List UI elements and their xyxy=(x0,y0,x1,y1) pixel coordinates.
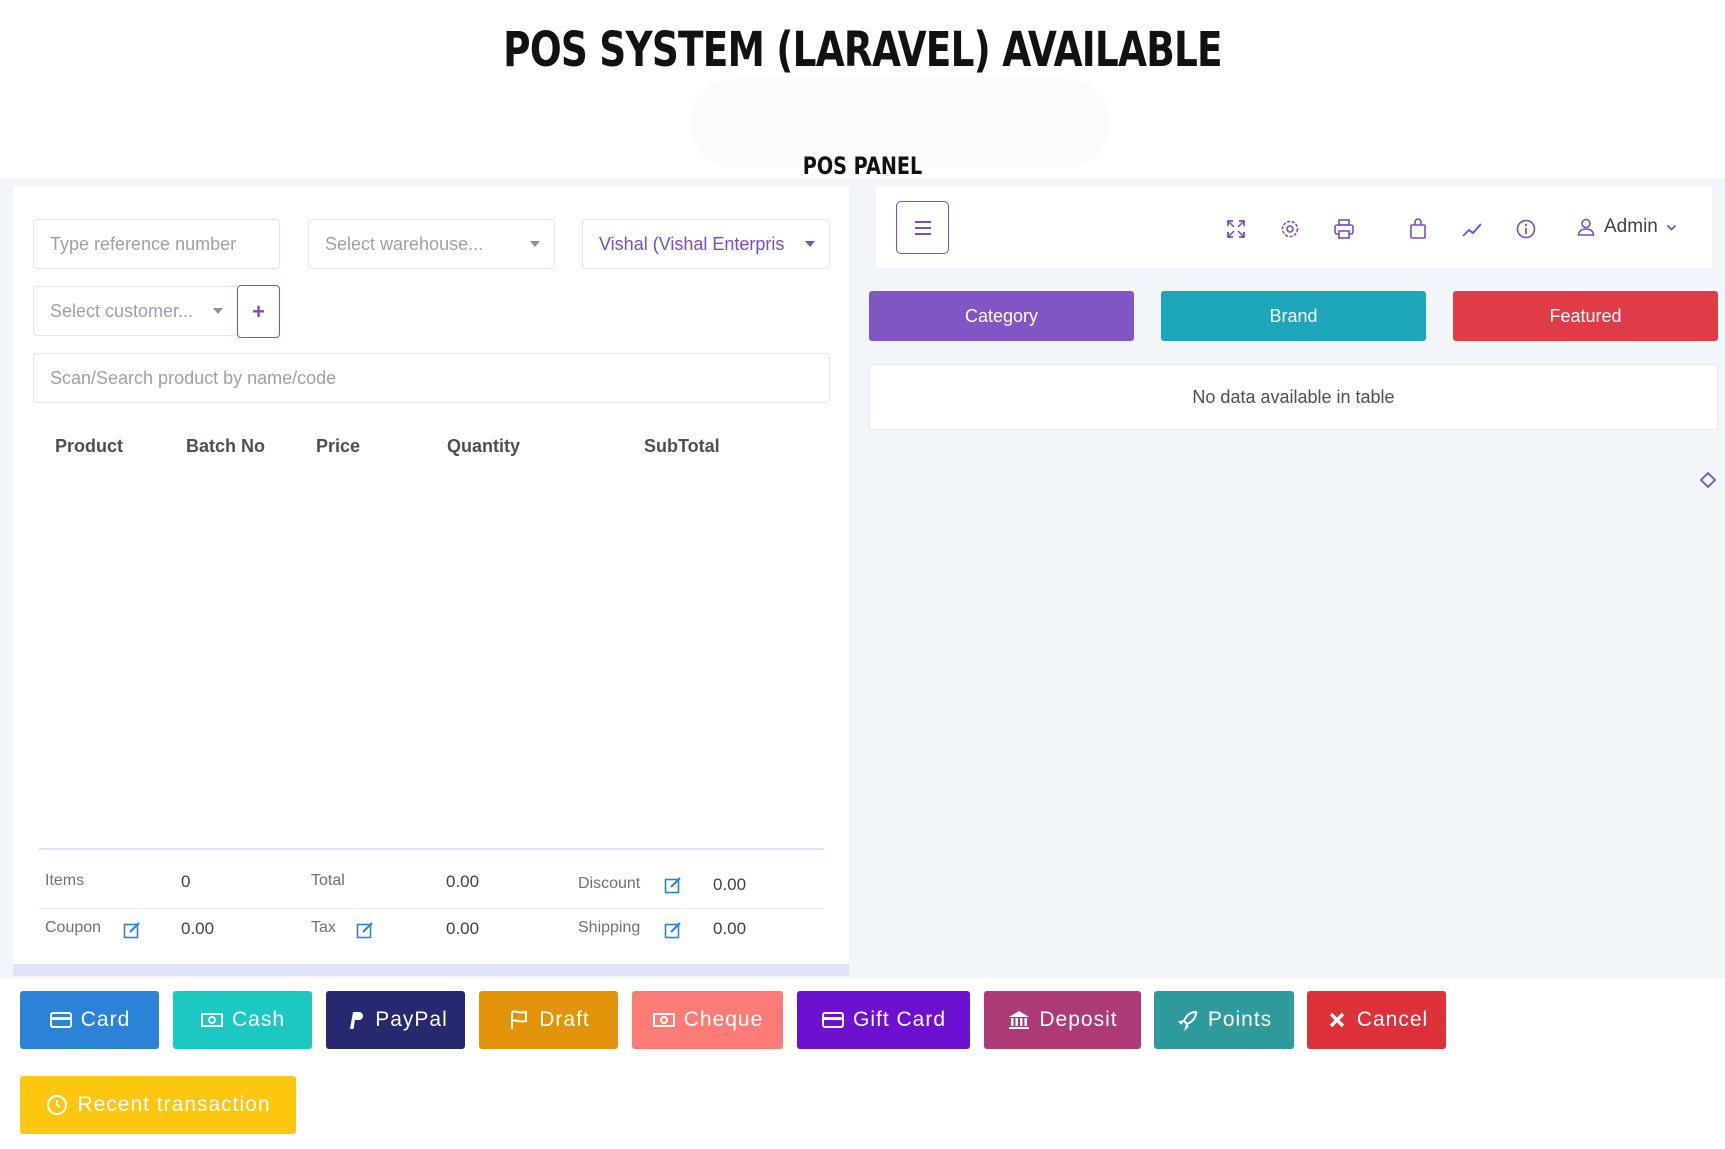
total-value: 0.00 xyxy=(446,872,480,891)
money-icon xyxy=(200,1013,223,1027)
discount-label: Discount xyxy=(578,875,641,892)
paypal-icon xyxy=(350,1012,364,1029)
menu-bar xyxy=(914,226,931,229)
credit-card-icon xyxy=(821,1012,844,1028)
paypal-payment-label: PayPal xyxy=(375,1008,448,1031)
user-icon xyxy=(1577,218,1595,236)
product-table-empty: No data available in table xyxy=(869,364,1718,430)
tab-brand[interactable]: Brand xyxy=(1161,291,1426,341)
rocket-icon xyxy=(1177,1010,1197,1032)
cash-payment-button[interactable]: Cash xyxy=(173,991,312,1049)
pos-topbar: Admin xyxy=(876,186,1712,268)
edit-discount-icon[interactable] xyxy=(664,876,682,894)
tab-featured[interactable]: Featured xyxy=(1453,291,1718,341)
menu-bar xyxy=(914,232,931,235)
chevron-down-icon xyxy=(805,241,815,247)
summary-divider xyxy=(39,848,824,850)
recent-transaction-button[interactable]: Recent transaction xyxy=(20,1076,296,1134)
draft-label: Draft xyxy=(539,1008,590,1031)
cash-payment-label: Cash xyxy=(231,1008,286,1031)
menu-bar xyxy=(914,220,931,223)
print-icon[interactable] xyxy=(1333,218,1355,240)
customer-select-placeholder: Select customer... xyxy=(50,300,194,321)
summary-row-divider xyxy=(39,908,824,909)
panel-bottom-strip xyxy=(13,964,849,976)
admin-label: Admin xyxy=(1604,216,1658,237)
chevron-down-icon xyxy=(530,241,540,247)
banner-title: POS SYSTEM (LARAVEL) AVAILABLE xyxy=(503,22,1222,78)
biller-select[interactable]: Vishal (Vishal Enterpris xyxy=(582,219,830,269)
credit-card-icon xyxy=(49,1012,72,1028)
points-payment-button[interactable]: Points xyxy=(1154,991,1294,1049)
discount-value: 0.00 xyxy=(713,875,747,894)
tax-value: 0.00 xyxy=(446,919,480,938)
cheque-payment-button[interactable]: Cheque xyxy=(632,991,783,1049)
draft-button[interactable]: Draft xyxy=(479,991,618,1049)
table-header-subtotal: SubTotal xyxy=(644,436,720,456)
product-search-input[interactable]: Scan/Search product by name/code xyxy=(33,353,830,403)
shipping-value: 0.00 xyxy=(713,919,747,938)
admin-user-menu[interactable]: Admin xyxy=(1576,216,1677,238)
paypal-payment-button[interactable]: PayPal xyxy=(326,991,465,1049)
reference-number-input[interactable]: Type reference number xyxy=(33,219,280,269)
items-label: Items xyxy=(45,872,85,889)
pos-cart-panel: Type reference number Select warehouse..… xyxy=(13,186,849,976)
shopping-bag-icon[interactable] xyxy=(1407,218,1429,240)
clock-icon xyxy=(47,1095,68,1115)
deposit-payment-label: Deposit xyxy=(1039,1008,1118,1031)
chevron-down-icon xyxy=(1666,224,1676,231)
gift-card-payment-label: Gift Card xyxy=(852,1008,947,1031)
money-icon xyxy=(652,1013,675,1027)
total-label: Total xyxy=(311,872,345,889)
coupon-value: 0.00 xyxy=(181,919,215,938)
warehouse-select[interactable]: Select warehouse... xyxy=(308,219,555,269)
chart-icon[interactable] xyxy=(1461,218,1483,240)
table-header-product: Product xyxy=(55,436,124,456)
table-header-quantity: Quantity xyxy=(447,436,521,456)
card-payment-label: Card xyxy=(80,1008,131,1031)
add-customer-button[interactable]: + xyxy=(237,285,280,338)
bank-icon xyxy=(1009,1011,1030,1029)
coupon-label: Coupon xyxy=(45,919,102,936)
tax-label: Tax xyxy=(311,919,336,936)
items-value: 0 xyxy=(181,872,191,891)
edit-coupon-icon[interactable] xyxy=(123,921,141,939)
gift-card-payment-button[interactable]: Gift Card xyxy=(797,991,970,1049)
close-icon xyxy=(1329,1012,1345,1028)
edit-shipping-icon[interactable] xyxy=(664,921,682,939)
recent-transaction-label: Recent transaction xyxy=(77,1093,271,1116)
biller-select-value: Vishal (Vishal Enterpris xyxy=(599,233,785,254)
tab-category[interactable]: Category xyxy=(869,291,1134,341)
table-header-price: Price xyxy=(316,436,361,456)
flag-icon xyxy=(511,1010,528,1029)
cheque-payment-label: Cheque xyxy=(683,1008,764,1031)
chevron-down-icon xyxy=(213,308,223,314)
edit-tax-icon[interactable] xyxy=(356,921,374,939)
hamburger-menu-button[interactable] xyxy=(896,201,949,254)
customer-select[interactable]: Select customer... xyxy=(33,286,238,336)
shipping-label: Shipping xyxy=(578,919,641,936)
cancel-button[interactable]: Cancel xyxy=(1307,991,1446,1049)
cancel-label: Cancel xyxy=(1356,1008,1429,1031)
banner-subtitle: POS PANEL xyxy=(802,152,923,180)
info-icon[interactable] xyxy=(1515,218,1537,240)
fullscreen-icon[interactable] xyxy=(1225,218,1247,240)
settings-icon[interactable] xyxy=(1279,218,1301,240)
deposit-payment-button[interactable]: Deposit xyxy=(984,991,1141,1049)
loader-icon xyxy=(1700,472,1716,488)
points-payment-label: Points xyxy=(1207,1008,1273,1031)
warehouse-select-placeholder: Select warehouse... xyxy=(325,233,484,254)
card-payment-button[interactable]: Card xyxy=(20,991,159,1049)
table-header-batch-no: Batch No xyxy=(186,436,266,456)
